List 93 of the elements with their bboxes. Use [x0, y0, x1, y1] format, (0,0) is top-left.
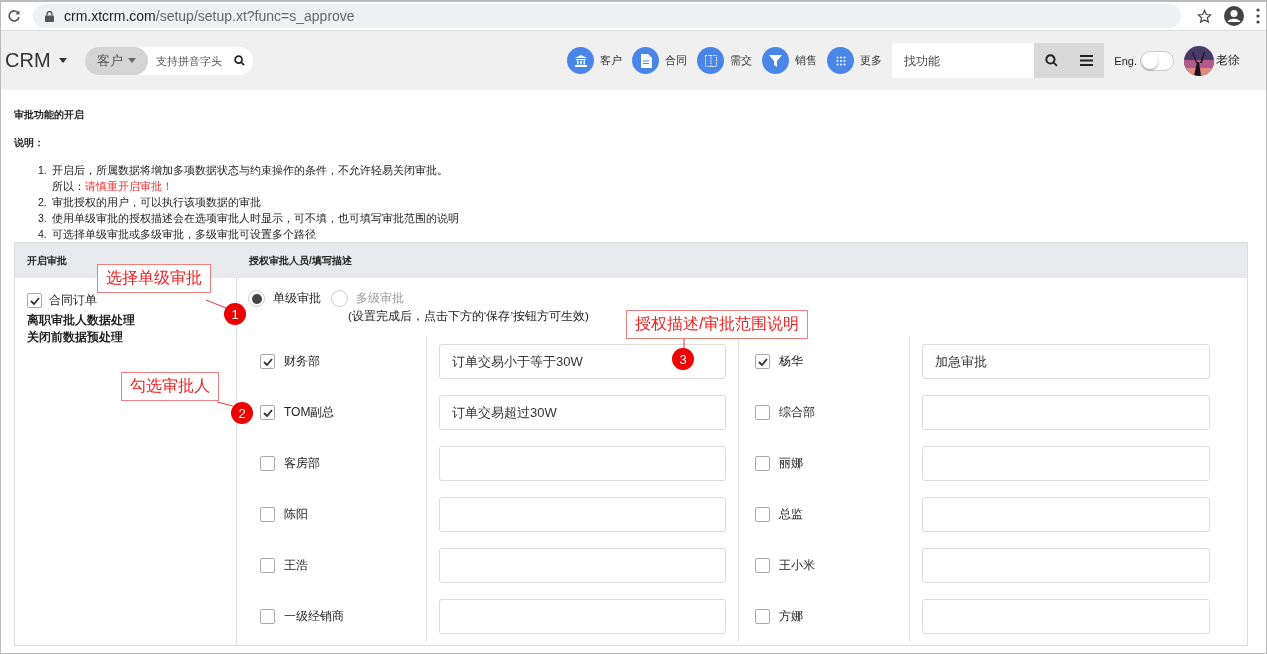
checkbox[interactable] [260, 456, 275, 471]
approver-name: 陈阳 [284, 506, 308, 523]
checkbox[interactable] [755, 558, 770, 573]
user-name[interactable]: 老徐 [1216, 52, 1240, 69]
function-search-field[interactable]: 找功能 [892, 43, 1035, 78]
callout-label: 选择单级审批 [97, 264, 211, 293]
checkbox[interactable] [755, 507, 770, 522]
note-text: 开启后，所属数据将增加多项数据状态与约束操作的条件，不允许轻易关闭审批。 [52, 164, 448, 176]
search-icon[interactable] [233, 55, 245, 66]
bank-icon [573, 53, 588, 68]
checkbox[interactable] [27, 293, 42, 308]
description-field[interactable] [439, 446, 726, 481]
radio-label: 多级审批 [356, 290, 404, 307]
action-link[interactable]: 关闭前数据预处理 [27, 330, 123, 345]
note-text: 可选择单级审批或多级审批，多级审批可设置多个路径 [52, 228, 316, 240]
description-field[interactable] [439, 548, 726, 583]
check-icon [29, 296, 40, 305]
list-number: 2. [38, 195, 48, 210]
leader-line [216, 401, 234, 407]
description-field[interactable] [922, 599, 1210, 634]
language-label: Eng. [1114, 54, 1137, 67]
list-number: 4. [38, 227, 48, 242]
approver-name: TOM副总 [284, 404, 335, 421]
profile-icon[interactable] [1224, 6, 1244, 26]
caret-icon [127, 58, 136, 63]
description-field[interactable]: 加急审批 [922, 344, 1210, 379]
column-header: 授权审批人员/填写描述 [249, 254, 352, 266]
description-field[interactable] [439, 599, 726, 634]
search-button[interactable] [1034, 43, 1070, 78]
address-bar[interactable]: crm.xtcrm.com/setup/setup.xt?func=s_approve [33, 4, 1181, 28]
crm-menu[interactable]: CRM [5, 49, 67, 72]
page-title: 审批功能的开启 [14, 108, 85, 122]
check-icon [262, 357, 273, 366]
check-icon [757, 357, 768, 366]
approver-name: 财务部 [284, 353, 320, 370]
language-toggle[interactable] [1140, 50, 1174, 71]
star-icon[interactable] [1197, 8, 1212, 24]
search-field[interactable]: 支持拼音字头 [153, 53, 234, 68]
approver-name: 总监 [779, 506, 803, 523]
reload-icon[interactable] [7, 9, 21, 23]
checkbox[interactable] [755, 456, 770, 471]
description-field[interactable] [922, 446, 1210, 481]
note-prefix: 所以： [52, 180, 85, 192]
step-badge: 1 [224, 303, 246, 325]
checkbox[interactable] [260, 507, 275, 522]
description-field[interactable] [922, 395, 1210, 430]
checkbox[interactable] [755, 609, 770, 624]
checkbox[interactable] [755, 354, 770, 369]
checkbox[interactable] [260, 558, 275, 573]
check-icon [262, 408, 273, 417]
callout-label: 勾选审批人 [121, 372, 219, 401]
note-heading: 说明： [14, 136, 45, 150]
description-field[interactable]: 订单交易超过30W [439, 395, 726, 430]
description-field[interactable] [922, 548, 1210, 583]
document-icon [639, 53, 652, 68]
grid-icon [835, 55, 846, 66]
checkbox[interactable] [260, 609, 275, 624]
checkbox-label: 合同订单 [49, 292, 97, 309]
radio-label: 单级审批 [273, 290, 321, 307]
checkbox[interactable] [260, 405, 275, 420]
approver-name: 丽娜 [779, 455, 803, 472]
approver-name: 王浩 [284, 557, 308, 574]
description-field[interactable] [922, 497, 1210, 532]
list-number: 1. [38, 163, 48, 178]
checkbox[interactable] [260, 354, 275, 369]
approver-name: 王小米 [779, 557, 815, 574]
approver-name: 方娜 [779, 608, 803, 625]
menu-button[interactable] [1069, 43, 1105, 78]
approver-name: 综合部 [779, 404, 815, 421]
note-text: 使用单级审批的授权描述会在选项审批人时显示，可不填，也可填写审批范围的说明 [52, 212, 459, 224]
approver-name: 杨华 [779, 353, 803, 370]
caret-icon [58, 58, 67, 63]
columns-icon [704, 54, 717, 67]
description-field[interactable] [439, 497, 726, 532]
column-header: 开启审批 [27, 254, 67, 266]
search-icon [1045, 54, 1059, 67]
menu-icon[interactable] [1256, 8, 1260, 24]
hint-text: (设置完成后，点击下方的‘保存’按钮方可生效) [348, 310, 589, 322]
menu-icon [1080, 55, 1094, 66]
url-text: crm.xtcrm.com/setup/setup.xt?func=s_approve [64, 8, 355, 24]
approver-name: 客房部 [284, 455, 320, 472]
step-badge: 2 [231, 402, 253, 424]
funnel-icon [769, 54, 783, 67]
list-number: 3. [38, 211, 48, 226]
checkbox[interactable] [755, 405, 770, 420]
leader-line [683, 338, 685, 349]
warning-text: 请慎重开启审批！ [85, 180, 173, 192]
lock-icon [45, 10, 54, 22]
approver-name: 一级经销商 [284, 608, 344, 625]
callout-label: 授权描述/审批范围说明 [626, 310, 809, 339]
action-link[interactable]: 离职审批人数据处理 [27, 313, 135, 328]
scope-dropdown[interactable]: 客户 [84, 46, 148, 75]
note-text: 审批授权的用户，可以执行该项数据的审批 [52, 196, 261, 208]
